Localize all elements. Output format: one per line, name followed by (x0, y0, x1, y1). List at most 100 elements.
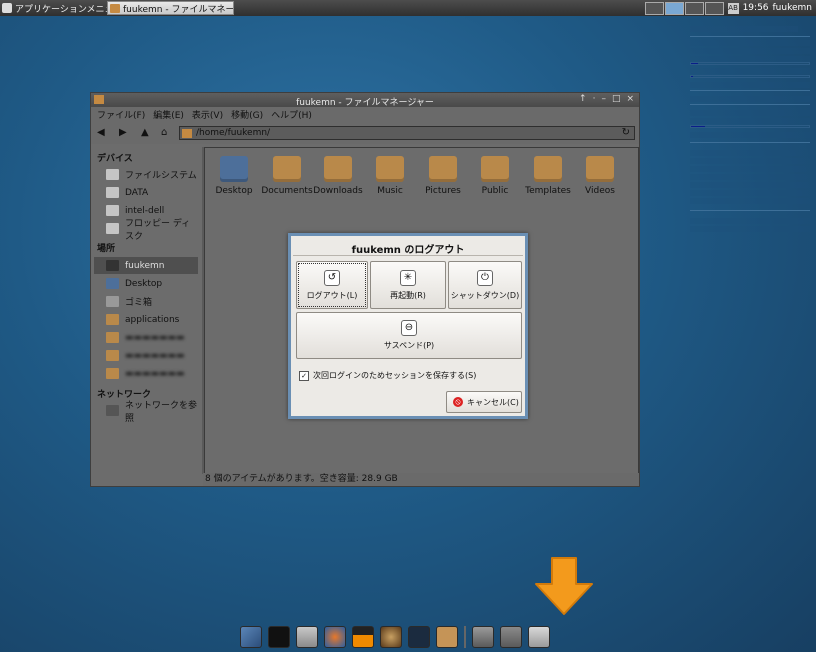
menu-help[interactable]: ヘルプ(H) (271, 108, 312, 121)
sidebar-item-obscured[interactable]: ▬▬▬▬▬▬▬ (94, 329, 198, 346)
cancel-button[interactable]: ⦸ キャンセル(C) (446, 391, 522, 413)
sidebar-item-browse-network[interactable]: ネットワークを参照 (94, 401, 198, 424)
top-panel: アプリケーションメニュー fuukemn - ファイルマネージ… AB 19:5… (0, 0, 816, 16)
sidebar-item-desktop[interactable]: Desktop (94, 275, 198, 292)
pictures-folder-icon (429, 156, 457, 182)
restart-button[interactable]: ✳ 再起動(R) (370, 261, 446, 309)
dialog-title: fuukemn のログアウト (351, 245, 465, 256)
close-icon[interactable]: × (626, 94, 634, 104)
file-item-downloads[interactable]: Downloads (311, 156, 365, 196)
terminal-icon[interactable] (268, 626, 290, 648)
trash-launcher-icon[interactable] (472, 626, 494, 648)
settings-mixer-icon[interactable] (500, 626, 522, 648)
workspace-4[interactable] (704, 1, 724, 15)
obscured-label: ▬▬▬▬▬▬▬ (125, 368, 185, 379)
keyboard-layout-indicator[interactable]: AB (727, 2, 739, 14)
file-item-documents[interactable]: Documents (260, 156, 314, 196)
sidebar-item-floppy[interactable]: フロッピー ディスク (94, 219, 198, 242)
maximize-icon[interactable]: □ (612, 94, 621, 104)
sidebar-item-label: フロッピー ディスク (125, 218, 191, 242)
monitor-row (690, 150, 810, 156)
taskbar-file-manager-button[interactable]: fuukemn - ファイルマネージ… (107, 1, 234, 15)
sidebar-item-trash[interactable]: ゴミ箱 (94, 293, 198, 310)
file-item-music[interactable]: Music (363, 156, 417, 196)
applications-menu-icon (2, 3, 12, 13)
templates-folder-icon (534, 156, 562, 182)
documents-folder-icon (273, 156, 301, 182)
file-name: Public (481, 186, 509, 196)
monitor-row (690, 40, 810, 46)
audio-player-icon[interactable] (380, 626, 402, 648)
monitor-row (690, 26, 810, 32)
workspace-3[interactable] (684, 1, 704, 15)
firefox-icon[interactable] (324, 626, 346, 648)
sidebar-item-applications[interactable]: applications (94, 311, 198, 328)
reload-icon[interactable]: ↻ (622, 127, 630, 138)
drive-launcher-icon[interactable] (296, 626, 318, 648)
file-item-desktop[interactable]: Desktop (207, 156, 261, 196)
workspace-2[interactable] (664, 1, 684, 15)
menu-go[interactable]: 移動(G) (231, 108, 263, 121)
shutdown-button[interactable]: ⏻ シャットダウン(D) (448, 261, 522, 309)
menu-file[interactable]: ファイル(F) (97, 108, 145, 121)
back-arrow-icon[interactable]: ◀ (97, 127, 105, 138)
location-bar[interactable]: /home/fuukemn/ ↻ (179, 126, 635, 140)
monitor-row (690, 166, 810, 172)
menu-view[interactable]: 表示(V) (192, 108, 223, 121)
window-titlebar[interactable]: fuukemn - ファイルマネージャー ↑ · – □ × (91, 93, 639, 108)
search-icon[interactable] (408, 626, 430, 648)
suspend-button-label: サスペンド(P) (383, 341, 435, 350)
sidebar-item-filesystem[interactable]: ファイルシステム (94, 166, 198, 183)
menu-dots-icon[interactable]: · (593, 94, 596, 104)
system-monitor-widget (690, 22, 810, 244)
forward-arrow-icon[interactable]: ▶ (119, 127, 127, 138)
save-session-checkbox[interactable]: ✓ 次回ログインのためセッションを保存する(S) (299, 370, 476, 381)
file-name: Pictures (425, 186, 461, 196)
file-name: Desktop (215, 186, 253, 196)
music-folder-icon (376, 156, 404, 182)
suspend-button[interactable]: ⊖ サスペンド(P) (296, 312, 522, 359)
taskbar-button-label: fuukemn - ファイルマネージ… (123, 4, 234, 15)
downloads-folder-icon (324, 156, 352, 182)
folder-icon (106, 332, 119, 343)
file-item-videos[interactable]: Videos (573, 156, 627, 196)
home-icon[interactable]: ⌂ (161, 127, 167, 138)
menu-edit[interactable]: 編集(E) (153, 108, 184, 121)
sidebar-item-data[interactable]: DATA (94, 184, 198, 201)
sidebar-item-label: Desktop (125, 278, 163, 289)
vlc-icon[interactable] (352, 626, 374, 648)
logout-launcher-icon[interactable] (528, 626, 550, 648)
folder-icon (110, 3, 120, 13)
logout-button[interactable]: ↺ ログアウト(L) (296, 261, 368, 309)
up-arrow-icon[interactable]: ▲ (141, 127, 149, 138)
user-menu[interactable]: fuukemn (773, 3, 812, 13)
sidebar-header-places: 場所 (97, 244, 116, 254)
checkbox-check-icon[interactable]: ✓ (299, 370, 309, 381)
sidebar-item-obscured[interactable]: ▬▬▬▬▬▬▬ (94, 347, 198, 364)
minimize-icon[interactable]: – (601, 94, 606, 104)
file-item-public[interactable]: Public (468, 156, 522, 196)
maximize-arrow-icon[interactable]: ↑ (579, 94, 587, 104)
sidebar-item-label: ファイルシステム (125, 171, 197, 181)
public-folder-icon (481, 156, 509, 182)
monitor-bar (690, 75, 810, 78)
toolbar: ◀ ▶ ▲ ⌂ /home/fuukemn/ ↻ (91, 122, 639, 144)
file-name: Music (377, 186, 403, 196)
workspace-1[interactable] (644, 1, 664, 15)
sidebar-item-obscured[interactable]: ▬▬▬▬▬▬▬ (94, 365, 198, 382)
applications-menu-button[interactable]: アプリケーションメニュー (2, 1, 123, 15)
workspace-switcher[interactable] (644, 1, 724, 15)
folder-launcher-icon[interactable] (436, 626, 458, 648)
desktop-launcher-icon[interactable] (240, 626, 262, 648)
sidebar-item-home[interactable]: fuukemn (94, 257, 198, 274)
monitor-row (690, 82, 810, 88)
file-item-pictures[interactable]: Pictures (416, 156, 470, 196)
monitor-divider (690, 90, 810, 91)
monitor-bar (690, 62, 810, 65)
location-path: /home/fuukemn/ (196, 128, 271, 138)
file-item-templates[interactable]: Templates (521, 156, 575, 196)
monitor-row (690, 198, 810, 204)
desktop-folder-icon (220, 156, 248, 182)
dock (240, 625, 550, 649)
clock[interactable]: 19:56 (743, 3, 769, 13)
